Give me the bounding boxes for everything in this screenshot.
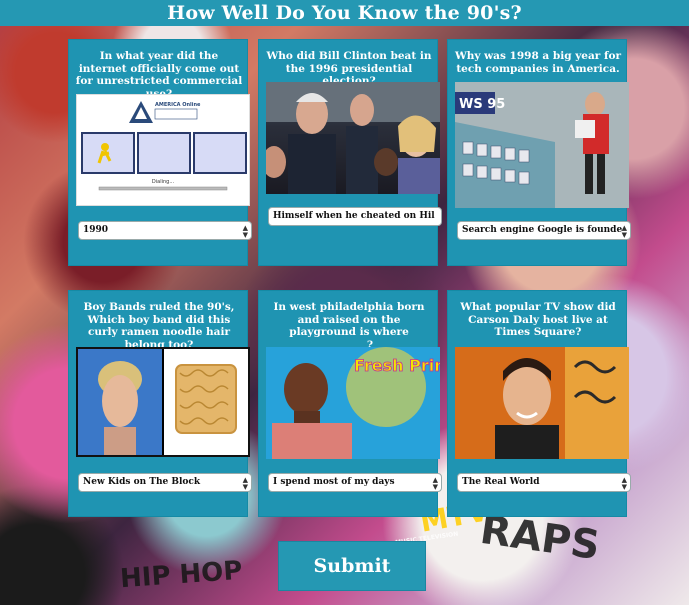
select-value: New Kids on The Block [83,477,201,487]
answer-select-4[interactable]: New Kids on The Block ▲ ▼ [78,473,252,492]
submit-button[interactable]: Submit [278,541,426,591]
select-arrows-icon: ▲ ▼ [621,223,627,239]
aol-america-text: AMERICA Online [155,102,201,108]
answer-select-2[interactable]: Himself when he cheated on Hil [268,207,442,226]
question-card-6: What popular TV show did Carson Daly hos… [447,290,631,517]
question-text: Boy Bands ruled the 90's, Which boy band… [83,301,235,351]
clinton-photo [266,82,440,194]
aol-dialup-image: AMERICA Online Dialing... [76,94,250,206]
select-value: I spend most of my days [273,477,395,487]
windows-95-sign-text: WS 95 [459,97,505,112]
ramen-hair-image [76,347,250,457]
select-value: 1990 [83,225,109,235]
fresh-prince-logo-text: Fresh Prince [354,356,440,375]
question-card-2: Who did Bill Clinton beat in the 1996 pr… [258,39,442,266]
select-arrows-icon: ▲ ▼ [242,223,248,239]
select-value: Search engine Google is founde [462,225,623,235]
select-arrows-icon: ▲ ▼ [432,475,438,491]
fresh-prince-image: Fresh Prince [266,347,440,459]
answer-select-6[interactable]: The Real World ▲ ▼ [457,473,631,492]
question-card-4: Boy Bands ruled the 90's, Which boy band… [68,290,252,517]
answer-select-5[interactable]: I spend most of my days ▲ ▼ [268,473,442,492]
select-arrows-icon: ▲ ▼ [242,475,248,491]
question-text: In west philadelphia born and raised on … [273,301,425,351]
question-text: In what year did the internet officially… [75,50,243,100]
question-text: Why was 1998 a big year for tech compani… [454,50,622,75]
question-text: What popular TV show did Carson Daly hos… [460,301,616,338]
carson-daly-photo [455,347,629,459]
dialing-status: Dialing... [152,179,175,185]
windows-95-store-photo: WS 95 [455,82,629,208]
question-card-5: In west philadelphia born and raised on … [258,290,442,517]
select-value: Himself when he cheated on Hil [273,211,435,221]
page-title: How Well Do You Know the 90's? [167,2,522,24]
answer-select-3[interactable]: Search engine Google is founde ▲ ▼ [457,221,631,240]
select-value: The Real World [462,477,540,487]
answer-select-1[interactable]: 1990 ▲ ▼ [78,221,252,240]
select-arrows-icon: ▲ ▼ [621,475,627,491]
question-card-3: Why was 1998 a big year for tech compani… [447,39,631,266]
question-card-1: In what year did the internet officially… [68,39,252,266]
graffiti-hip-hop: HIP HOP [119,555,244,595]
